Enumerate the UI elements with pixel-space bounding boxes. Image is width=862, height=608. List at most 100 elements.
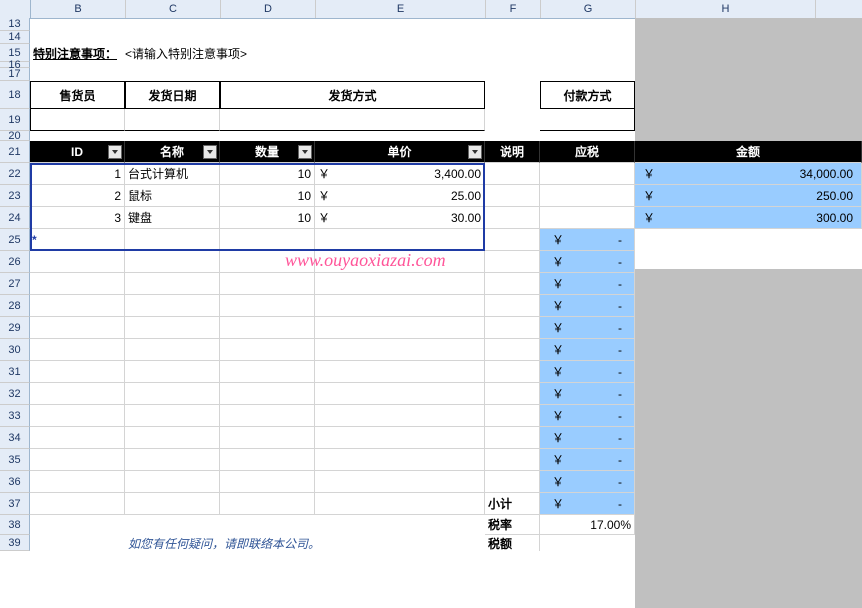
item-name[interactable]: 鼠标 [125,185,220,207]
col-header-f[interactable]: F [486,0,541,18]
empty-cell[interactable] [125,317,220,339]
item-price[interactable]: ￥3,400.00 [315,163,485,185]
empty-cell[interactable] [30,295,125,317]
item-qty[interactable]: 10 [220,163,315,185]
payment-header[interactable]: 付款方式 [540,81,635,109]
row-header-32[interactable]: 32 [0,383,30,405]
empty-cell[interactable] [125,383,220,405]
row-header-26[interactable]: 26 [0,251,30,273]
empty-cell-f[interactable] [485,273,540,295]
empty-cell[interactable] [315,471,485,493]
filter-id-icon[interactable] [108,145,122,159]
item-desc[interactable] [485,163,540,185]
empty-cell[interactable] [315,449,485,471]
empty-cell[interactable] [220,273,315,295]
empty-cell[interactable] [125,251,220,273]
empty-cell[interactable] [220,317,315,339]
empty-cell[interactable] [220,339,315,361]
item-qty[interactable]: 10 [220,185,315,207]
row-header-27[interactable]: 27 [0,273,30,295]
empty-cell-f[interactable] [485,317,540,339]
empty-cell[interactable] [125,427,220,449]
item-name[interactable]: 键盘 [125,207,220,229]
row-header-31[interactable]: 31 [0,361,30,383]
shipdate-input[interactable] [125,109,220,131]
empty-cell-f[interactable] [485,383,540,405]
empty-cell-f[interactable] [485,229,540,251]
row-header-21[interactable]: 21 [0,141,30,163]
filter-qty-icon[interactable] [298,145,312,159]
empty-cell[interactable] [125,273,220,295]
tax-empty-cell[interactable]: ￥- [540,361,635,383]
empty-cell-f[interactable] [485,361,540,383]
empty-cell[interactable] [315,427,485,449]
desc-header[interactable]: 说明 [485,141,540,163]
empty-cell[interactable] [30,427,125,449]
item-tax[interactable] [540,163,635,185]
row-header-24[interactable]: 24 [0,207,30,229]
empty-cell[interactable] [30,273,125,295]
taxrate-value[interactable]: 17.00% [540,515,635,535]
shipmethod-input[interactable] [220,109,485,131]
item-price[interactable]: ￥30.00 [315,207,485,229]
empty-cell[interactable] [30,493,125,515]
filter-name-icon[interactable] [203,145,217,159]
row-header-37[interactable]: 37 [0,493,30,515]
empty-cell-f[interactable] [485,251,540,273]
empty-cell[interactable] [30,339,125,361]
empty-cell[interactable] [315,273,485,295]
empty-cell-f[interactable] [485,295,540,317]
tax-empty-cell[interactable]: ￥- [540,229,635,251]
row-header-20[interactable]: 20 [0,131,30,141]
empty-cell[interactable] [315,251,485,273]
row-header-13[interactable]: 13 [0,18,30,31]
payment-input[interactable] [540,109,635,131]
item-amount[interactable]: ￥34,000.00 [635,163,862,185]
col-header-d[interactable]: D [221,0,316,18]
empty-cell[interactable] [315,339,485,361]
newrow-price[interactable] [315,229,485,251]
empty-cell[interactable] [315,317,485,339]
tax-empty-cell[interactable]: ￥- [540,405,635,427]
empty-cell[interactable] [30,471,125,493]
col-header-h[interactable]: H [636,0,816,18]
shipmethod-header[interactable]: 发货方式 [220,81,485,109]
empty-cell[interactable] [315,295,485,317]
tax-empty-cell[interactable]: ￥- [540,427,635,449]
empty-cell-f[interactable] [485,405,540,427]
newrow-qty[interactable] [220,229,315,251]
item-name[interactable]: 台式计算机 [125,163,220,185]
row-header-14[interactable]: 14 [0,31,30,44]
empty-cell[interactable] [125,405,220,427]
item-amount[interactable]: ￥250.00 [635,185,862,207]
item-amount[interactable]: ￥300.00 [635,207,862,229]
amount-header[interactable]: 金额 [635,141,862,163]
empty-cell-f[interactable] [485,471,540,493]
tax-empty-cell[interactable]: ￥- [540,295,635,317]
empty-cell[interactable] [220,405,315,427]
salesperson-header[interactable]: 售货员 [30,81,125,109]
item-id[interactable]: 3 [30,207,125,229]
tax-empty-cell[interactable]: ￥- [540,251,635,273]
filter-price-icon[interactable] [468,145,482,159]
empty-cell[interactable] [220,493,315,515]
empty-cell[interactable] [125,339,220,361]
empty-cell[interactable] [220,449,315,471]
empty-cell[interactable] [125,449,220,471]
empty-cell[interactable] [220,383,315,405]
row-header-34[interactable]: 34 [0,427,30,449]
empty-cell[interactable] [485,493,540,515]
tax-empty-cell[interactable]: ￥- [540,493,635,515]
row-header-25[interactable]: 25 [0,229,30,251]
qty-header[interactable]: 数量 [220,141,315,163]
tax-empty-cell[interactable]: ￥- [540,449,635,471]
name-header[interactable]: 名称 [125,141,220,163]
item-tax[interactable] [540,207,635,229]
row-header-28[interactable]: 28 [0,295,30,317]
empty-cell[interactable] [220,295,315,317]
empty-cell[interactable] [315,493,485,515]
empty-cell[interactable] [30,405,125,427]
empty-cell[interactable] [220,251,315,273]
empty-cell[interactable] [315,405,485,427]
row-header-19[interactable]: 19 [0,109,30,131]
